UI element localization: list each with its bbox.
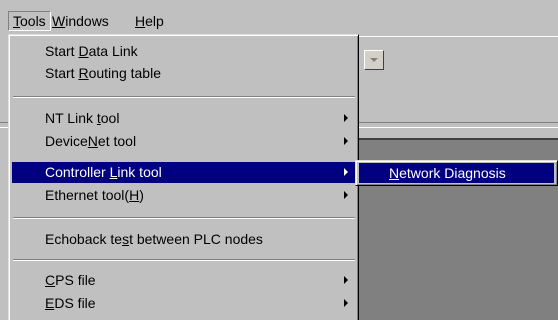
item-accel: E	[45, 295, 55, 311]
menu-tools[interactable]: Tools	[8, 11, 51, 31]
item-label-pre: Start	[45, 65, 79, 81]
combo-dropdown-button[interactable]	[364, 50, 384, 70]
menu-help-accel: H	[135, 13, 146, 29]
item-label: ool	[100, 110, 120, 126]
submenu-arrow-icon	[344, 191, 348, 199]
submenu-arrow-icon	[344, 276, 348, 284]
item-label: )	[139, 187, 144, 203]
item-label-pre: Start	[45, 43, 79, 59]
menu-windows[interactable]: Windows	[48, 11, 113, 31]
menu-item-echoback-test[interactable]: Echoback test between PLC nodes	[12, 229, 356, 250]
menu-windows-accel: W	[52, 13, 66, 29]
menu-help-label: elp	[145, 13, 164, 29]
menu-item-eds-file[interactable]: EDS file	[12, 293, 356, 314]
menu-windows-label: indows	[65, 13, 109, 29]
tools-menu: Start Data Link Start Routing table NT L…	[8, 34, 359, 320]
item-label: outing table	[88, 65, 161, 81]
menu-tools-accel: T	[13, 13, 20, 29]
menu-separator	[13, 259, 355, 261]
item-label-pre: NT Link	[45, 110, 97, 126]
item-accel: D	[78, 43, 89, 59]
menu-item-cps-file[interactable]: CPS file	[12, 270, 356, 291]
item-accel: C	[45, 272, 56, 288]
item-accel: N	[389, 165, 400, 181]
menu-tools-label: ools	[20, 13, 46, 29]
item-label-pre: Ethernet tool(	[45, 187, 130, 203]
submenu-arrow-icon	[344, 114, 348, 122]
menu-separator	[13, 96, 355, 98]
menu-item-start-routing-table[interactable]: Start Routing table	[12, 63, 356, 84]
item-accel: N	[87, 133, 98, 149]
item-label-pre: Echoback te	[45, 231, 123, 247]
menu-item-devicenet-tool[interactable]: DeviceNet tool	[12, 131, 356, 152]
menu-help[interactable]: Help	[131, 11, 168, 31]
chevron-down-icon	[370, 58, 378, 62]
menu-item-ethernet-tool[interactable]: Ethernet tool(H)	[12, 185, 356, 206]
submenu-arrow-icon	[344, 137, 348, 145]
submenu-arrow-icon	[344, 168, 348, 176]
item-label: t between PLC nodes	[129, 231, 263, 247]
submenu-arrow-icon	[344, 299, 348, 307]
item-label-pre: Controller	[45, 164, 110, 180]
submenu-item-network-diagnosis[interactable]: Network Diagnosis	[359, 163, 554, 183]
item-label: etwork Diagnosis	[399, 165, 506, 181]
item-label-pre: Device	[45, 133, 88, 149]
item-label: DS file	[54, 295, 96, 311]
menu-separator	[13, 217, 355, 219]
menu-item-controller-link-tool[interactable]: Controller Link tool	[12, 162, 356, 183]
item-label: PS file	[55, 272, 96, 288]
item-accel: s	[122, 231, 130, 247]
menu-item-start-data-link[interactable]: Start Data Link	[12, 41, 356, 62]
item-accel: H	[129, 187, 140, 203]
item-label: et tool	[97, 133, 137, 149]
item-accel: R	[78, 65, 89, 81]
toolbar-area	[355, 36, 558, 123]
item-label: ata Link	[88, 43, 138, 59]
menu-item-nt-link-tool[interactable]: NT Link tool	[12, 108, 356, 129]
menu-bar: Tools Windows Help	[0, 0, 558, 34]
item-label: ink tool	[117, 164, 162, 180]
controller-link-submenu: Network Diagnosis	[355, 160, 558, 186]
